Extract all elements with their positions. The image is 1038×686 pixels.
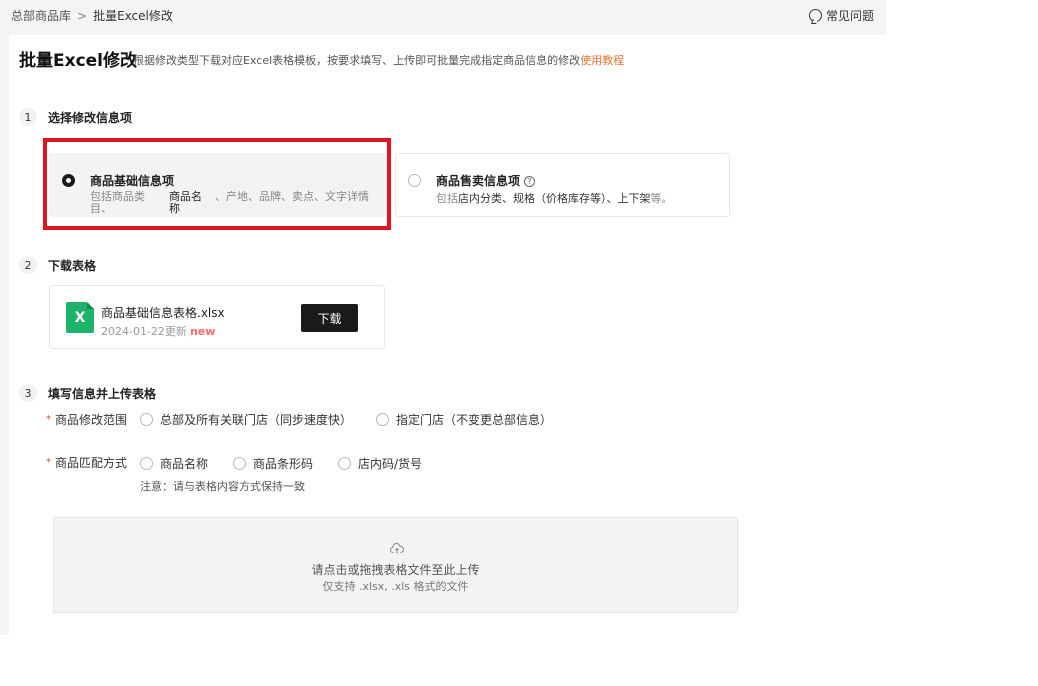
chat-bubble-icon <box>808 9 822 22</box>
scope-specific-label: 指定门店（不变更总部信息） <box>396 413 553 427</box>
scope-option-all[interactable]: 总部及所有关联门店（同步速度快） <box>140 411 352 428</box>
sales-info-radio[interactable] <box>408 174 421 187</box>
match-barcode-label: 商品条形码 <box>253 457 314 471</box>
sales-info-desc: 包括店内分类、规格（价格库存等）、上下架等。 <box>436 190 673 206</box>
scope-option-specific[interactable]: 指定门店（不变更总部信息） <box>376 411 552 428</box>
faq-label: 常见问题 <box>825 9 874 23</box>
step-number: 1 <box>19 108 37 126</box>
file-date: 2024-01-22更新 new <box>101 323 215 339</box>
page-description: 根据修改类型下载对应Excel表格模板，按要求填写、上传即可批量完成指定商品信息… <box>133 52 624 68</box>
required-mark: * <box>46 457 51 468</box>
scope-field-label: * 商品修改范围 <box>46 411 127 428</box>
step-1: 1 选择修改信息项 <box>19 108 132 126</box>
match-name-radio[interactable] <box>140 457 153 470</box>
required-mark: * <box>46 414 51 425</box>
match-label: 商品匹配方式 <box>55 456 128 470</box>
step-2: 2 下载表格 <box>19 256 96 274</box>
step-label: 填写信息并上传表格 <box>48 386 157 401</box>
step-label: 选择修改信息项 <box>48 110 133 125</box>
cloud-upload-icon <box>390 543 404 554</box>
match-store-code-radio[interactable] <box>338 457 351 470</box>
file-name: 商品基础信息表格.xlsx <box>101 306 225 320</box>
file-date-text: 2024-01-22更新 <box>101 325 187 338</box>
highlight-box <box>43 138 391 230</box>
step-3: 3 填写信息并上传表格 <box>19 384 156 402</box>
step-number: 3 <box>19 384 37 402</box>
match-barcode-radio[interactable] <box>233 457 246 470</box>
description-text: 根据修改类型下载对应Excel表格模板，按要求填写、上传即可批量完成指定商品信息… <box>133 54 581 67</box>
upload-format-hint: 仅支持 .xlsx, .xls 格式的文件 <box>322 580 469 593</box>
sales-info-desc-suffix: 等。 <box>650 192 673 205</box>
page-title: 批量Excel修改 <box>19 51 138 71</box>
match-field-label: * 商品匹配方式 <box>46 454 127 471</box>
new-badge: new <box>189 325 216 338</box>
scope-all-radio[interactable] <box>140 413 153 426</box>
sales-info-desc-prefix: 包括 <box>436 192 458 205</box>
top-bar: 总部商品库 > 批量Excel修改 常见问题 <box>0 0 886 35</box>
breadcrumb-current: 批量Excel修改 <box>93 9 173 23</box>
sales-info-option[interactable]: 商品售卖信息项? 包括店内分类、规格（价格库存等）、上下架等。 <box>395 153 730 217</box>
template-file-card: X 商品基础信息表格.xlsx 2024-01-22更新 new 下载 <box>49 285 385 349</box>
download-button[interactable]: 下载 <box>301 304 358 332</box>
faq-link[interactable]: 常见问题 <box>808 7 874 24</box>
match-option-name[interactable]: 商品名称 <box>140 455 208 472</box>
breadcrumb: 总部商品库 > 批量Excel修改 <box>11 7 173 24</box>
breadcrumb-root[interactable]: 总部商品库 <box>11 9 71 23</box>
sales-info-title-row: 商品售卖信息项? <box>436 172 536 189</box>
excel-icon-letter: X <box>74 309 86 326</box>
match-note: 注意：请与表格内容方式保持一致 <box>140 480 305 493</box>
left-gutter <box>0 35 9 635</box>
tutorial-link[interactable]: 使用教程 <box>580 54 624 67</box>
match-name-label: 商品名称 <box>160 457 209 471</box>
scope-all-label: 总部及所有关联门店（同步速度快） <box>160 413 353 427</box>
match-option-barcode[interactable]: 商品条形码 <box>233 455 313 472</box>
match-store-code-label: 店内码/货号 <box>358 457 423 471</box>
breadcrumb-separator: > <box>77 9 88 23</box>
step-number: 2 <box>19 256 37 274</box>
sales-info-desc-main: 店内分类、规格（价格库存等）、上下架 <box>458 192 651 205</box>
help-icon[interactable]: ? <box>524 176 536 187</box>
scope-label: 商品修改范围 <box>55 413 128 427</box>
scope-specific-radio[interactable] <box>376 413 389 426</box>
match-option-store-code[interactable]: 店内码/货号 <box>338 455 422 472</box>
sales-info-title: 商品售卖信息项 <box>436 174 521 188</box>
upload-dropzone[interactable]: 请点击或拖拽表格文件至此上传 仅支持 .xlsx, .xls 格式的文件 <box>53 517 738 613</box>
step-label: 下载表格 <box>48 258 97 273</box>
upload-instruction: 请点击或拖拽表格文件至此上传 <box>311 563 480 577</box>
excel-file-icon: X <box>66 302 94 333</box>
